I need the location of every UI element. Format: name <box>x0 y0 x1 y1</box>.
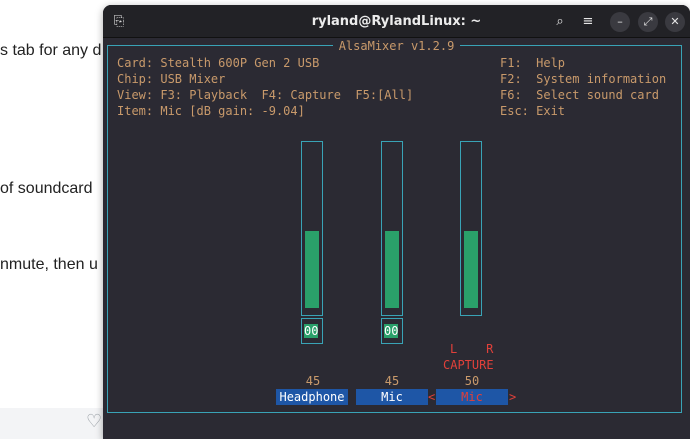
terminal-content[interactable]: AlsaMixer v1.2.9 Card: Stealth 600P Gen … <box>103 38 690 439</box>
capture-label[interactable]: CAPTURE <box>443 358 494 372</box>
item-info: Item: Mic [dB gain: -9.04] <box>117 104 305 118</box>
help-key: F6: Select sound card <box>500 88 659 102</box>
mic-capture-volume-fill <box>464 231 478 308</box>
background-page <box>0 0 103 439</box>
headphone-label[interactable]: Headphone <box>276 389 348 405</box>
alsamixer-title: AlsaMixer v1.2.9 <box>103 39 690 53</box>
capture-lr-indicator: L R <box>450 342 494 356</box>
headphone-volume-value: 45 <box>305 374 321 388</box>
card-info: Card: Stealth 600P Gen 2 USB <box>117 56 320 70</box>
titlebar: ⎘ ryland@RylandLinux: ~ ⌕ ≡ – ⤢ ✕ <box>103 5 690 38</box>
close-icon[interactable]: ✕ <box>665 12 685 32</box>
mic-mute-value: 00 <box>384 324 399 338</box>
maximize-icon[interactable]: ⤢ <box>638 12 658 32</box>
background-text-line: nmute, then u <box>0 256 98 273</box>
chip-info: Chip: USB Mixer <box>117 72 226 86</box>
window-title: ryland@RylandLinux: ~ <box>311 14 482 29</box>
background-text-line: s tab for any d <box>0 42 102 59</box>
mic-capture-volume-value: 50 <box>464 374 480 388</box>
help-key: F2: System information <box>500 72 667 86</box>
view-info: View: F3: Playback F4: Capture F5:[All] <box>117 88 414 102</box>
background-text-line: of soundcard <box>0 180 93 197</box>
mic-playback-label[interactable]: Mic <box>356 389 428 405</box>
mic-capture-label[interactable]: Mic <box>436 389 508 405</box>
menu-icon[interactable]: ≡ <box>578 12 598 32</box>
headphone-mute-value: 00 <box>304 324 319 338</box>
headphone-volume-fill <box>305 231 319 308</box>
mic-playback-volume-fill <box>385 231 399 308</box>
terminal-window: ⎘ ryland@RylandLinux: ~ ⌕ ≡ – ⤢ ✕ AlsaMi… <box>103 5 690 439</box>
heart-icon[interactable]: ♡ <box>86 412 104 430</box>
search-icon[interactable]: ⌕ <box>550 12 570 32</box>
selection-left-arrow: < <box>428 390 436 404</box>
help-key: Esc: Exit <box>500 104 566 118</box>
help-key: F1: Help <box>500 56 566 70</box>
minimize-icon[interactable]: – <box>610 12 630 32</box>
selection-right-arrow: > <box>509 390 517 404</box>
mic-playback-volume-value: 45 <box>384 374 400 388</box>
